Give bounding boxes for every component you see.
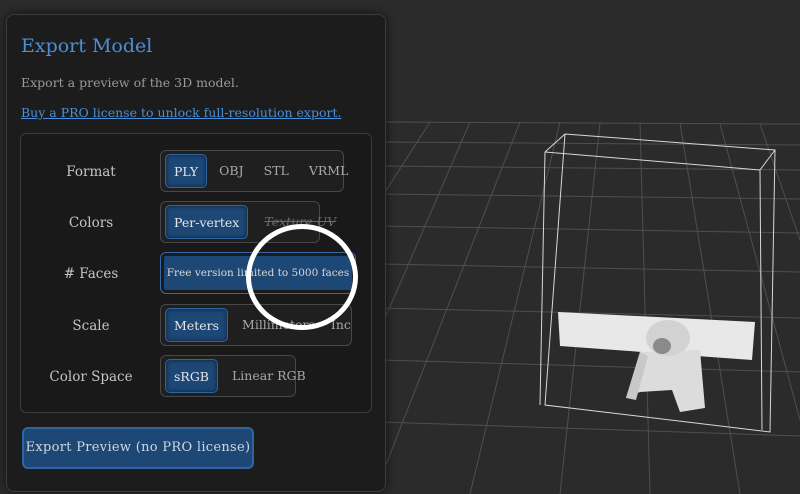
export-options: Format PLY OBJ STL VRML Colors Per-verte… <box>20 133 372 413</box>
scale-inches-button[interactable]: Inches <box>323 308 351 342</box>
format-row: Format PLY OBJ STL VRML <box>21 150 371 194</box>
scale-label: Scale <box>72 318 110 334</box>
buy-pro-license-link[interactable]: Buy a PRO license to unlock full-resolut… <box>21 105 341 120</box>
scale-selector: Meters Millimeters Inches <box>160 304 352 346</box>
faces-label: # Faces <box>63 266 119 282</box>
scale-meters-button[interactable]: Meters <box>165 308 229 342</box>
format-obj-button[interactable]: OBJ <box>211 154 251 188</box>
format-selector: PLY OBJ STL VRML <box>160 150 348 192</box>
panel-subtitle: Export a preview of the 3D model. <box>21 75 239 90</box>
format-vrml-button[interactable]: VRML <box>301 154 357 188</box>
format-stl-button[interactable]: STL <box>256 154 297 188</box>
export-panel: Export Model Export a preview of the 3D … <box>6 14 386 492</box>
color-space-selector: sRGB Linear RGB <box>160 355 306 397</box>
format-label: Format <box>66 164 116 180</box>
colors-selector: Per-vertex Texture UV <box>160 201 336 243</box>
color-space-linear-rgb-button[interactable]: Linear RGB <box>224 359 314 393</box>
format-ply-button[interactable]: PLY <box>165 154 208 188</box>
faces-limit-button[interactable]: Free version limited to 5000 faces <box>160 252 356 294</box>
color-space-srgb-button[interactable]: sRGB <box>165 359 218 393</box>
colors-label: Colors <box>68 215 114 231</box>
faces-row: # Faces Free version limited to 5000 fac… <box>21 252 371 296</box>
color-space-row: Color Space sRGB Linear RGB <box>21 355 371 399</box>
colors-per-vertex-button[interactable]: Per-vertex <box>165 205 249 239</box>
3d-model[interactable] <box>558 312 755 412</box>
colors-row: Colors Per-vertex Texture UV <box>21 201 371 245</box>
export-preview-button[interactable]: Export Preview (no PRO license) <box>22 427 254 469</box>
floor-grid <box>379 121 800 494</box>
scale-millimeters-button[interactable]: Millimeters <box>234 308 323 342</box>
panel-title: Export Model <box>21 35 153 57</box>
color-space-label: Color Space <box>49 369 133 385</box>
scale-row: Scale Meters Millimeters Inches <box>21 304 371 348</box>
colors-texture-uv-button: Texture UV <box>264 214 337 229</box>
